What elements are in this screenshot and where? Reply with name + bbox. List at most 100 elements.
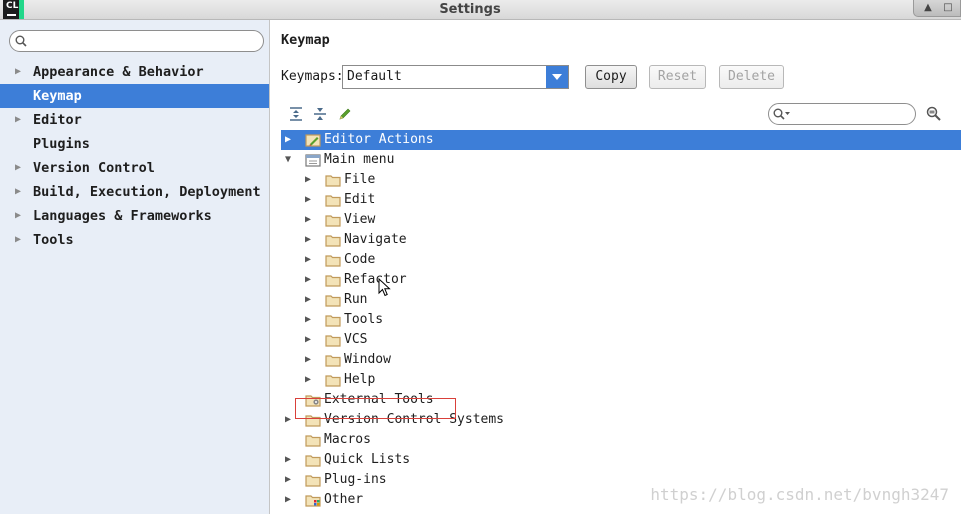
sidebar-item-label: Languages & Frameworks <box>33 208 212 224</box>
tree-node-view[interactable]: ▶ View <box>281 210 961 230</box>
sidebar-item-label: Plugins <box>33 136 90 152</box>
watermark-text: https://blog.csdn.net/bvngh3247 <box>650 485 949 504</box>
sidebar-item-appearance-behavior[interactable]: ▶ Appearance & Behavior <box>0 60 269 84</box>
folder-icon <box>305 415 321 427</box>
tree-node-edit[interactable]: ▶ Edit <box>281 190 961 210</box>
settings-search-input[interactable] <box>9 30 264 52</box>
sidebar-item-tools[interactable]: ▶ Tools <box>0 228 269 252</box>
folder-icon <box>325 215 341 227</box>
sidebar-item-build-execution-deployment[interactable]: ▶ Build, Execution, Deployment <box>0 180 269 204</box>
expand-arrow-icon[interactable]: ▶ <box>305 370 311 390</box>
expand-arrow-icon[interactable]: ▶ <box>305 190 311 210</box>
tree-node-label: Quick Lists <box>324 452 411 467</box>
expand-arrow-icon[interactable]: ▶ <box>15 180 21 204</box>
keymap-dropdown[interactable]: Default <box>342 65 569 89</box>
tree-node-label: Plug-ins <box>324 472 387 487</box>
sidebar-item-label: Keymap <box>33 88 82 104</box>
expand-all-icon[interactable] <box>288 106 304 122</box>
expand-arrow-icon[interactable]: ▶ <box>285 470 291 490</box>
folder-icon <box>325 295 341 307</box>
tree-node-label: Version Control Systems <box>324 412 505 427</box>
tree-node-label: Help <box>344 372 376 387</box>
tree-node-help[interactable]: ▶ Help <box>281 370 961 390</box>
other-icon <box>305 495 321 507</box>
folder-icon <box>305 435 321 447</box>
expand-arrow-icon[interactable]: ▶ <box>285 450 291 470</box>
tree-node-tools[interactable]: ▶ Tools <box>281 310 961 330</box>
restore-window-icon[interactable]: □ <box>940 1 956 15</box>
sidebar-item-keymap[interactable]: Keymap <box>0 84 269 108</box>
dropdown-button[interactable] <box>546 66 568 88</box>
collapse-all-icon[interactable] <box>312 106 328 122</box>
sidebar-item-label: Tools <box>33 232 74 248</box>
tree-node-vcs[interactable]: ▶ VCS <box>281 330 961 350</box>
tree-node-main-menu[interactable]: ▼ Main menu <box>281 150 961 170</box>
settings-sidebar: ▶ Appearance & Behavior Keymap ▶ Editor Plugi… <box>0 20 270 514</box>
sidebar-item-label: Version Control <box>33 160 155 176</box>
copy-button[interactable]: Copy <box>585 65 637 89</box>
sidebar-item-plugins[interactable]: Plugins <box>0 132 269 156</box>
window-title: Settings <box>439 2 501 17</box>
tree-node-label: Editor Actions <box>324 132 434 147</box>
sidebar-item-languages-frameworks[interactable]: ▶ Languages & Frameworks <box>0 204 269 228</box>
expand-arrow-icon[interactable]: ▶ <box>15 156 21 180</box>
folder-icon <box>325 235 341 247</box>
expand-arrow-icon[interactable]: ▶ <box>305 350 311 370</box>
tree-node-label: External Tools <box>324 392 434 407</box>
tree-node-editor-actions[interactable]: ▶ Editor Actions <box>281 130 961 150</box>
expand-arrow-icon[interactable]: ▶ <box>305 230 311 250</box>
tree-node-label: View <box>344 212 376 227</box>
sidebar-item-label: Appearance & Behavior <box>33 64 204 80</box>
tree-node-navigate[interactable]: ▶ Navigate <box>281 230 961 250</box>
tree-node-label: Navigate <box>344 232 407 247</box>
expand-arrow-icon[interactable]: ▶ <box>305 170 311 190</box>
expand-arrow-icon[interactable]: ▶ <box>305 210 311 230</box>
expand-arrow-icon[interactable]: ▶ <box>15 228 21 252</box>
maximize-arrow-icon[interactable]: ▲ <box>920 1 936 15</box>
tree-node-file[interactable]: ▶ File <box>281 170 961 190</box>
tree-node-label: Window <box>344 352 391 367</box>
edit-pencil-icon[interactable] <box>337 106 353 122</box>
folder-icon <box>325 195 341 207</box>
sidebar-item-version-control[interactable]: ▶ Version Control <box>0 156 269 180</box>
tree-node-quick-lists[interactable]: ▶ Quick Lists <box>281 450 961 470</box>
expand-arrow-icon[interactable]: ▶ <box>285 130 291 150</box>
tree-node-macros[interactable]: Macros <box>281 430 961 450</box>
reset-button[interactable]: Reset <box>649 65 706 89</box>
sidebar-item-label: Editor <box>33 112 82 128</box>
tree-node-label: Run <box>344 292 368 307</box>
expand-arrow-icon[interactable]: ▶ <box>15 60 21 84</box>
expand-arrow-icon[interactable]: ▶ <box>285 490 291 510</box>
tree-node-label: Edit <box>344 192 376 207</box>
chevron-down-icon <box>552 74 562 80</box>
tree-node-version-control-systems[interactable]: ▶ Version Control Systems <box>281 410 961 430</box>
expand-arrow-icon[interactable]: ▶ <box>305 270 311 290</box>
expand-arrow-icon[interactable]: ▶ <box>305 330 311 350</box>
filter-search-input[interactable] <box>768 103 916 125</box>
mouse-cursor-icon <box>378 278 391 297</box>
tree-node-label: Other <box>324 492 364 507</box>
tree-node-label: Macros <box>324 432 371 447</box>
keymap-panel: Keymap Keymaps: Default Copy Reset Delet… <box>271 20 961 514</box>
search-options-icon[interactable] <box>773 108 791 120</box>
tree-node-label: File <box>344 172 376 187</box>
expand-arrow-icon[interactable]: ▶ <box>15 108 21 132</box>
tree-node-label: Refactor <box>344 272 407 287</box>
expand-arrow-icon[interactable]: ▶ <box>305 290 311 310</box>
expand-arrow-icon[interactable]: ▶ <box>15 204 21 228</box>
tree-node-code[interactable]: ▶ Code <box>281 250 961 270</box>
external-tools-icon <box>305 395 321 407</box>
expand-arrow-icon[interactable]: ▶ <box>305 310 311 330</box>
collapse-arrow-icon[interactable]: ▼ <box>285 150 291 170</box>
delete-button[interactable]: Delete <box>719 65 784 89</box>
tree-node-external-tools[interactable]: External Tools <box>281 390 961 410</box>
keymap-action-tree: ▶ Editor Actions ▼ Main menu ▶ File ▶ Edit ▶ View… <box>281 130 961 514</box>
folder-icon <box>325 315 341 327</box>
folder-icon <box>325 375 341 387</box>
expand-arrow-icon[interactable]: ▶ <box>305 250 311 270</box>
expand-arrow-icon[interactable]: ▶ <box>285 410 291 430</box>
sidebar-item-editor[interactable]: ▶ Editor <box>0 108 269 132</box>
keymaps-label: Keymaps: <box>281 69 344 84</box>
find-by-shortcut-icon[interactable] <box>925 105 943 123</box>
tree-node-window[interactable]: ▶ Window <box>281 350 961 370</box>
